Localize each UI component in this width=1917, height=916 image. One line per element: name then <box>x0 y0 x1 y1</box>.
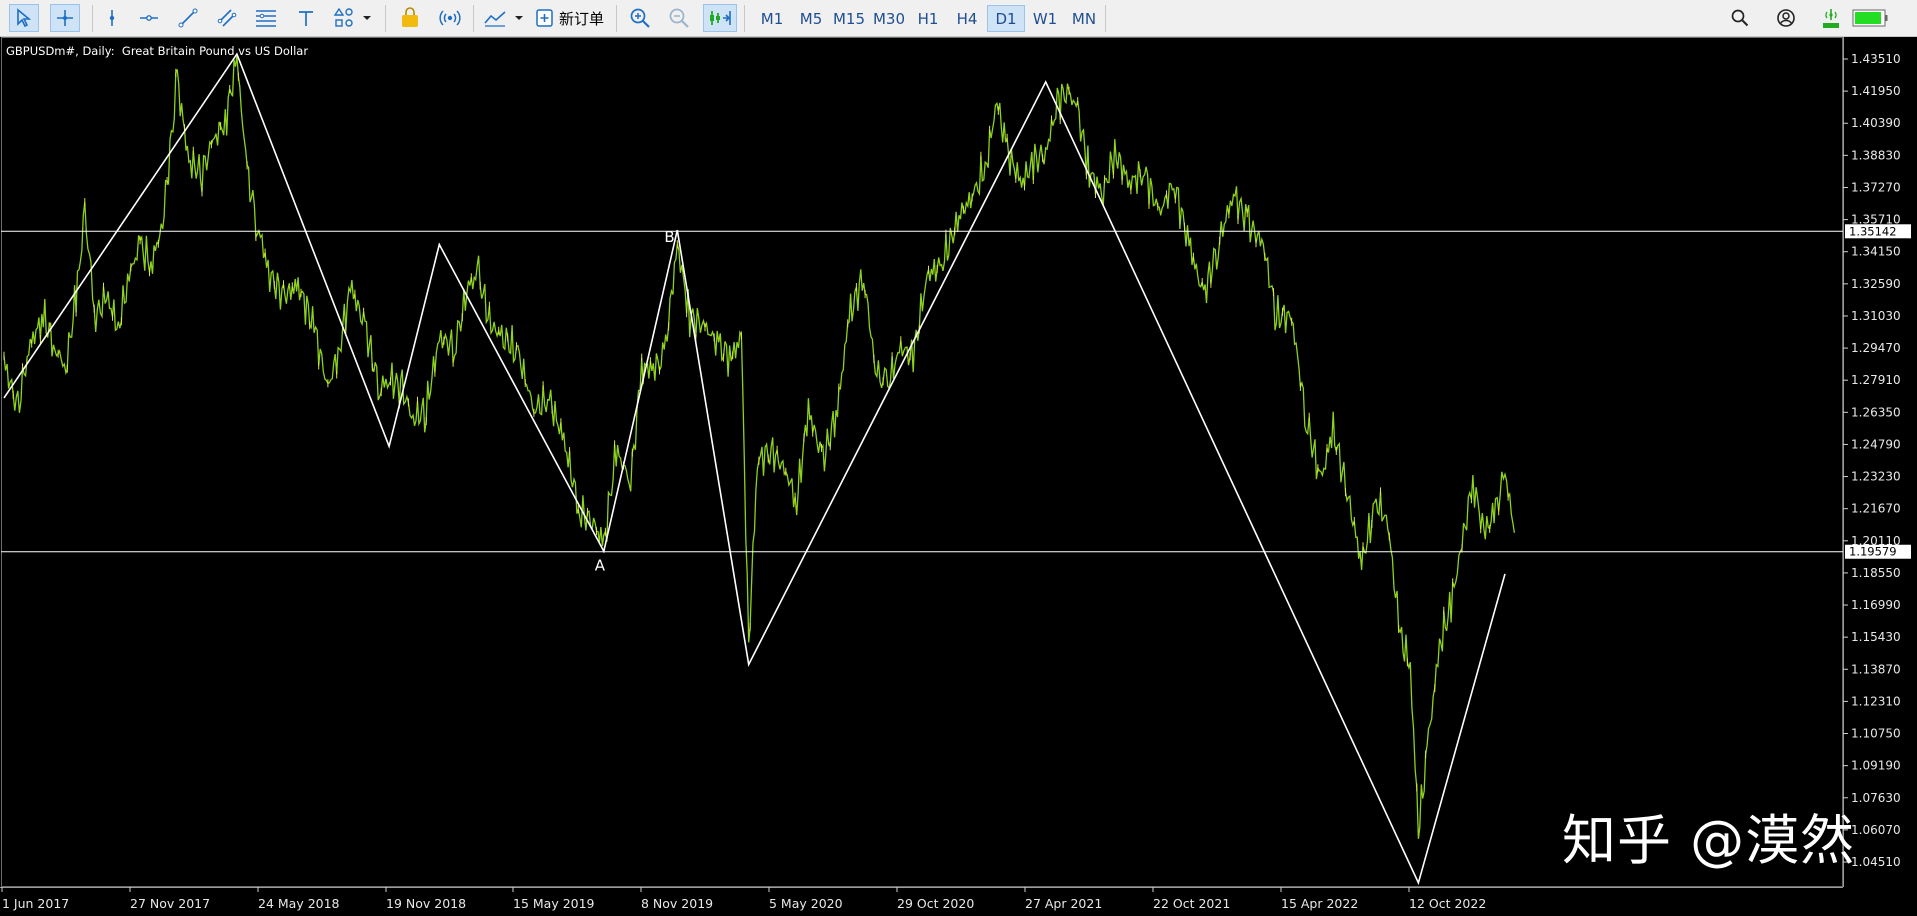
chart-title: GBPUSDm#, Daily: Great Britain Pound vs … <box>6 44 309 58</box>
account-icon[interactable] <box>1771 4 1801 32</box>
timeframe-h4-button[interactable]: H4 <box>948 5 986 32</box>
y-tick-label: 1.07630 <box>1851 791 1901 805</box>
timeframe-m15-button[interactable]: M15 <box>830 5 868 32</box>
y-tick-label: 1.18550 <box>1851 566 1901 580</box>
text-icon[interactable] <box>291 4 321 32</box>
timeframe-w1-button[interactable]: W1 <box>1026 5 1064 32</box>
point-label-b: B <box>664 228 674 246</box>
price-series-line[interactable] <box>3 55 1516 839</box>
signal-level-icon[interactable] <box>1816 4 1846 32</box>
y-tick-label: 1.15430 <box>1851 630 1901 644</box>
y-tick-label: 1.43510 <box>1851 52 1901 66</box>
vertical-line-icon[interactable] <box>97 4 127 32</box>
price-bars <box>3 68 1509 792</box>
y-tick-label: 1.06070 <box>1851 823 1901 837</box>
y-tick-label: 1.16990 <box>1851 598 1901 612</box>
y-tick-label: 1.40390 <box>1851 116 1901 130</box>
x-tick-label: 1 Jun 2017 <box>2 896 69 911</box>
trendline-icon[interactable] <box>173 4 203 32</box>
channel-icon[interactable] <box>212 4 242 32</box>
autoscroll-icon[interactable] <box>703 4 737 32</box>
add-order-icon <box>536 9 553 27</box>
x-tick-label: 15 Apr 2022 <box>1281 896 1358 911</box>
x-tick-label: 29 Oct 2020 <box>897 896 974 911</box>
zoom-in-icon[interactable] <box>625 4 655 32</box>
y-tick-label: 1.12310 <box>1851 694 1901 708</box>
shapes-icon[interactable] <box>329 4 359 32</box>
y-tick-label: 1.26350 <box>1851 405 1901 419</box>
x-tick-label: 27 Nov 2017 <box>130 896 210 911</box>
y-tick-label: 1.41950 <box>1851 84 1901 98</box>
x-tick-label: 15 May 2019 <box>513 896 595 911</box>
fibonacci-icon[interactable] <box>251 4 281 32</box>
timeframe-h1-button[interactable]: H1 <box>909 5 947 32</box>
price-chart[interactable]: 1.435101.419501.403901.388301.372701.357… <box>0 37 1917 916</box>
y-tick-label: 1.27910 <box>1851 373 1901 387</box>
y-tick-label: 1.34150 <box>1851 245 1901 259</box>
y-tick-label: 1.38830 <box>1851 148 1901 162</box>
timeframe-m5-button[interactable]: M5 <box>792 5 830 32</box>
toolbar-separator <box>385 5 386 32</box>
dropdown-icon[interactable] <box>360 4 374 32</box>
x-tick-label: 8 Nov 2019 <box>641 896 713 911</box>
timeframe-d1-button[interactable]: D1 <box>987 5 1025 32</box>
signal-icon[interactable] <box>435 4 465 32</box>
cursor-arrow-icon[interactable] <box>9 4 39 32</box>
toolbar-separator <box>473 5 474 32</box>
toolbar-separator <box>616 5 617 32</box>
x-tick-label: 19 Nov 2018 <box>386 896 466 911</box>
new-order-button[interactable]: 新订单 <box>535 4 611 32</box>
y-tick-label: 1.23230 <box>1851 470 1901 484</box>
y-tick-label: 1.24790 <box>1851 437 1901 451</box>
y-tick-label: 1.32590 <box>1851 277 1901 291</box>
battery-icon <box>1850 4 1890 32</box>
y-tick-label: 1.29470 <box>1851 341 1901 355</box>
search-icon[interactable] <box>1725 4 1755 32</box>
x-tick-label: 12 Oct 2022 <box>1409 896 1486 911</box>
new-order-label: 新订单 <box>559 9 605 28</box>
plot-frame <box>1 37 1843 887</box>
timeframe-m30-button[interactable]: M30 <box>870 5 908 32</box>
y-tick-label: 1.13870 <box>1851 662 1901 676</box>
horizontal-line-icon[interactable] <box>134 4 164 32</box>
level-price-label: 1.19579 <box>1849 545 1897 559</box>
dropdown-icon[interactable] <box>512 4 526 32</box>
x-tick-label: 5 May 2020 <box>769 896 843 911</box>
y-tick-label: 1.10750 <box>1851 727 1901 741</box>
x-tick-label: 27 Apr 2021 <box>1025 896 1102 911</box>
toolbar-separator <box>744 5 745 32</box>
toolbar-separator <box>92 5 93 32</box>
bag-icon[interactable] <box>395 4 425 32</box>
zoom-out-icon[interactable] <box>664 4 694 32</box>
indicator-icon[interactable] <box>480 4 510 32</box>
timeframe-mn-button[interactable]: MN <box>1065 5 1103 32</box>
y-tick-label: 1.31030 <box>1851 309 1901 323</box>
x-tick-label: 22 Oct 2021 <box>1153 896 1230 911</box>
x-tick-label: 24 May 2018 <box>258 896 340 911</box>
toolbar: 新订单 M1 M5 M15 M30 H1 H4 D1 W1 MN <box>0 0 1917 37</box>
y-tick-label: 1.09190 <box>1851 759 1901 773</box>
y-tick-label: 1.04510 <box>1851 855 1901 869</box>
point-label-a: A <box>595 556 606 574</box>
level-price-label: 1.35142 <box>1849 224 1897 238</box>
timeframe-m1-button[interactable]: M1 <box>753 5 791 32</box>
crosshair-icon[interactable] <box>50 4 80 32</box>
zigzag-line[interactable] <box>3 52 1506 886</box>
watermark: 知乎 @漠然 <box>1562 809 1856 872</box>
y-tick-label: 1.21670 <box>1851 502 1901 516</box>
toolbar-separator <box>1105 5 1106 32</box>
y-tick-label: 1.37270 <box>1851 180 1901 194</box>
